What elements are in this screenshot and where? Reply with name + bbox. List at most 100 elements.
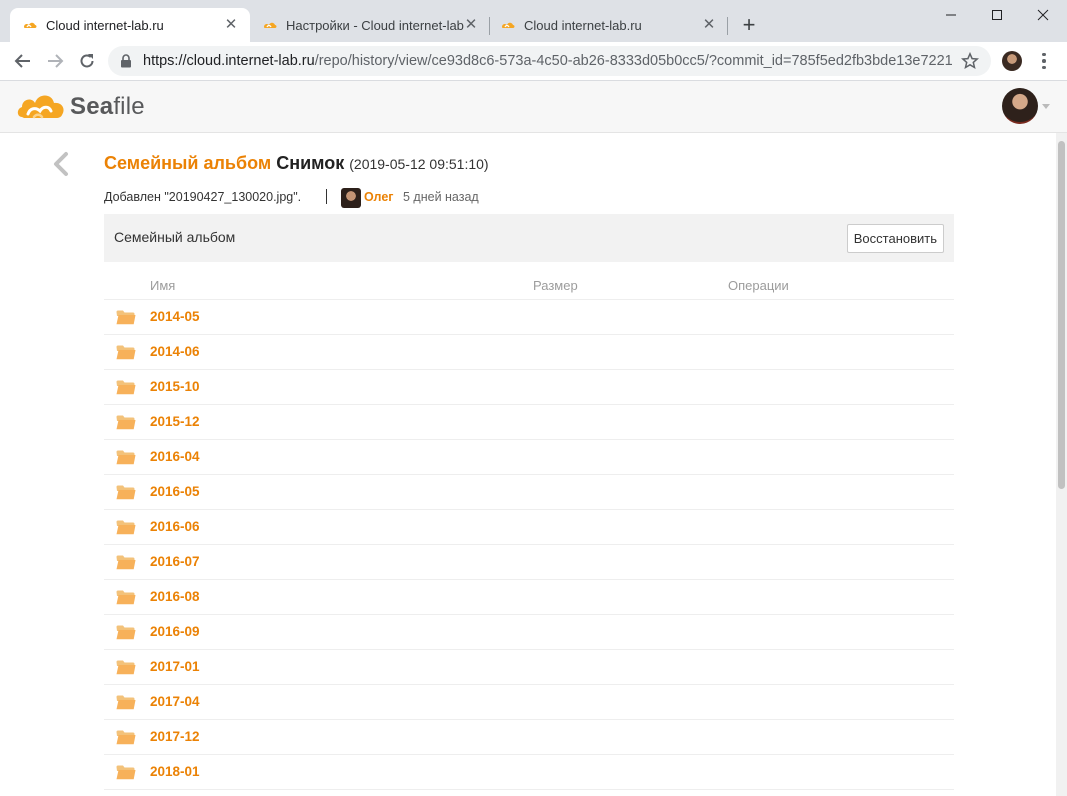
url-path: /repo/history/view/ce93d8c6-573a-4c50-ab… <box>314 53 953 69</box>
current-path: Семейный альбом <box>114 229 236 245</box>
library-name-link[interactable]: Семейный альбом <box>104 153 271 173</box>
table-row[interactable]: 2017-01 <box>104 650 954 685</box>
table-row[interactable]: 2016-09 <box>104 615 954 650</box>
tab-title: Настройки - Cloud internet-lab.ru <box>286 17 464 33</box>
tab-cloud-2[interactable]: Cloud internet-lab.ru ✕ <box>488 8 728 42</box>
close-tab-icon[interactable]: ✕ <box>222 16 240 34</box>
folder-name-link[interactable]: 2016-07 <box>150 554 200 569</box>
tab-title: Cloud internet-lab.ru <box>46 17 164 33</box>
lock-icon <box>121 54 131 68</box>
folder-name-link[interactable]: 2017-04 <box>150 694 200 709</box>
page-scrollbar[interactable] <box>1056 133 1067 796</box>
folder-icon <box>116 345 136 360</box>
browser-menu-button[interactable] <box>1036 50 1052 72</box>
folder-icon <box>116 695 136 710</box>
close-tab-icon[interactable]: ✕ <box>700 16 718 34</box>
table-row[interactable]: 2016-07 <box>104 545 954 580</box>
folder-icon <box>116 520 136 535</box>
tab-cloud-1[interactable]: Cloud internet-lab.ru ✕ <box>10 8 250 42</box>
folder-name-link[interactable]: 2015-10 <box>150 379 200 394</box>
url-host: https://cloud.internet-lab.ru <box>143 53 315 69</box>
seafile-favicon-icon <box>24 22 37 28</box>
snapshot-label: Снимок <box>276 153 345 173</box>
folder-icon <box>116 625 136 640</box>
folder-icon <box>116 765 136 780</box>
author-avatar <box>341 188 361 208</box>
logo-text-sea: Sea <box>70 93 114 120</box>
column-name-header: Имя <box>150 278 176 293</box>
folder-name-link[interactable]: 2014-06 <box>150 344 200 359</box>
table-row[interactable]: 2014-05 <box>104 300 954 335</box>
seafile-cloud-logo-icon <box>17 95 64 119</box>
maximize-icon <box>992 10 1002 20</box>
seafile-logo[interactable]: Seafile <box>16 87 145 127</box>
table-row[interactable]: 2015-10 <box>104 370 954 405</box>
new-tab-button[interactable]: + <box>738 14 760 36</box>
commit-description: Добавлен "20190427_130020.jpg". <box>104 190 302 204</box>
folder-list: 2014-05 2014-06 2015-10 2015-12 2016-04 2016-… <box>104 300 954 790</box>
browser-toolbar: https://cloud.internet-lab.ru/repo/histo… <box>0 42 1067 81</box>
seafile-header: Seafile <box>0 81 1067 133</box>
seafile-logo-text: Seafile <box>70 93 145 121</box>
table-row[interactable]: 2016-05 <box>104 475 954 510</box>
folder-name-link[interactable]: 2016-06 <box>150 519 200 534</box>
folder-name-link[interactable]: 2018-01 <box>150 764 200 779</box>
browser-tab-bar: Cloud internet-lab.ru ✕ Настройки - Clou… <box>0 0 1067 42</box>
folder-name-link[interactable]: 2014-05 <box>150 309 200 324</box>
folder-name-link[interactable]: 2015-12 <box>150 414 200 429</box>
column-operations-header: Операции <box>728 278 789 293</box>
folder-name-link[interactable]: 2017-12 <box>150 729 200 744</box>
author-name-link[interactable]: Олег <box>364 190 394 204</box>
commit-separator <box>326 189 327 204</box>
table-row[interactable]: 2015-12 <box>104 405 954 440</box>
table-header: Имя Размер Операции <box>104 273 954 300</box>
table-row[interactable]: 2016-08 <box>104 580 954 615</box>
user-avatar[interactable] <box>1002 88 1038 124</box>
folder-name-link[interactable]: 2016-04 <box>150 449 200 464</box>
table-row[interactable]: 2016-04 <box>104 440 954 475</box>
profile-avatar[interactable] <box>1002 51 1022 71</box>
url-text: https://cloud.internet-lab.ru/repo/histo… <box>143 46 953 76</box>
folder-icon <box>116 380 136 395</box>
folder-icon <box>116 555 136 570</box>
seafile-favicon-icon <box>502 22 515 28</box>
user-menu-caret-icon[interactable] <box>1042 104 1050 109</box>
seafile-favicon-icon <box>264 22 277 28</box>
minimize-icon <box>946 14 956 16</box>
page-title: Семейный альбом Снимок (2019-05-12 09:51… <box>104 153 489 174</box>
table-row[interactable]: 2017-12 <box>104 720 954 755</box>
restore-button[interactable]: Восстановить <box>846 224 944 253</box>
scrollbar-thumb[interactable] <box>1058 141 1065 489</box>
logo-text-file: file <box>113 93 145 120</box>
minimize-button[interactable] <box>928 0 974 30</box>
back-chevron-icon[interactable] <box>50 151 74 177</box>
folder-name-link[interactable]: 2017-01 <box>150 659 200 674</box>
folder-name-link[interactable]: 2016-05 <box>150 484 200 499</box>
table-row[interactable]: 2017-04 <box>104 685 954 720</box>
commit-relative-time: 5 дней назад <box>403 190 479 204</box>
table-row[interactable]: 2016-06 <box>104 510 954 545</box>
folder-icon <box>116 310 136 325</box>
back-button[interactable] <box>10 48 36 74</box>
table-row[interactable]: 2014-06 <box>104 335 954 370</box>
folder-name-link[interactable]: 2016-08 <box>150 589 200 604</box>
forward-button[interactable] <box>42 48 68 74</box>
close-window-button[interactable] <box>1020 0 1066 30</box>
address-bar[interactable]: https://cloud.internet-lab.ru/repo/histo… <box>108 46 991 76</box>
reload-icon <box>80 54 94 68</box>
folder-name-link[interactable]: 2016-09 <box>150 624 200 639</box>
table-row[interactable]: 2018-01 <box>104 755 954 790</box>
path-bar: Семейный альбом Восстановить <box>104 214 954 262</box>
close-tab-icon[interactable]: ✕ <box>462 16 480 34</box>
maximize-button[interactable] <box>974 0 1020 30</box>
bookmark-star-icon[interactable] <box>961 52 979 70</box>
folder-icon <box>116 415 136 430</box>
arrow-left-icon <box>14 54 30 68</box>
main-content: Семейный альбом Снимок (2019-05-12 09:51… <box>0 133 1056 796</box>
reload-button[interactable] <box>74 48 100 74</box>
tab-settings[interactable]: Настройки - Cloud internet-lab.ru ✕ <box>250 8 490 42</box>
folder-icon <box>116 660 136 675</box>
folder-icon <box>116 485 136 500</box>
close-icon <box>1037 9 1049 21</box>
tab-title: Cloud internet-lab.ru <box>524 17 642 33</box>
